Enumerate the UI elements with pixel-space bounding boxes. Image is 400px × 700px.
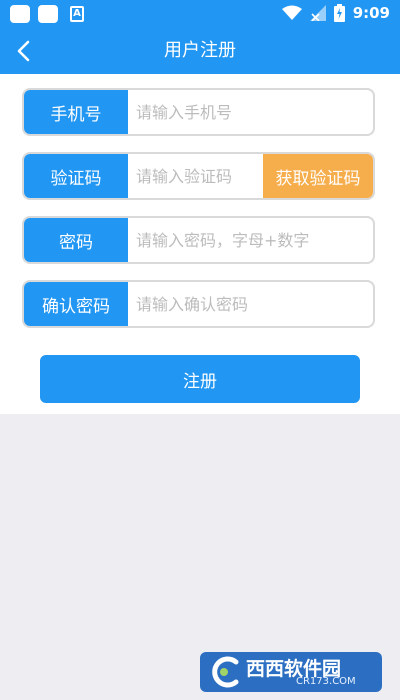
- back-chevron-icon[interactable]: [12, 38, 38, 64]
- confirm-password-label: 确认密码: [24, 282, 128, 326]
- code-label: 验证码: [24, 154, 128, 198]
- system-icons: 9:09: [281, 4, 390, 22]
- phone-label: 手机号: [24, 90, 128, 134]
- site-watermark: 西西软件园 CR173.COM: [200, 652, 382, 692]
- phone-row: 手机号: [22, 88, 375, 136]
- confirm-password-row: 确认密码: [22, 280, 375, 328]
- app-notification-icon: [10, 5, 30, 23]
- get-code-button[interactable]: 获取验证码: [263, 154, 373, 198]
- password-row: 密码: [22, 216, 375, 264]
- clock: 9:09: [352, 4, 390, 22]
- confirm-password-input[interactable]: [128, 282, 373, 326]
- phone-input[interactable]: [128, 90, 373, 134]
- site-logo-icon: [212, 656, 239, 688]
- register-button[interactable]: 注册: [40, 355, 360, 403]
- notification-icons: A: [10, 5, 84, 23]
- status-bar: A 9:09: [0, 0, 400, 28]
- battery-icon: [333, 4, 345, 22]
- app-notification-icon: [38, 5, 58, 23]
- page-title: 用户注册: [164, 40, 236, 61]
- app-bar: 用户注册: [0, 28, 400, 74]
- password-label: 密码: [24, 218, 128, 262]
- code-row: 验证码 获取验证码: [22, 152, 375, 200]
- wifi-icon: [281, 5, 302, 20]
- signal-icon: [309, 5, 326, 21]
- password-input[interactable]: [128, 218, 373, 262]
- watermark-domain: CR173.COM: [296, 676, 356, 687]
- code-input[interactable]: [128, 154, 263, 198]
- a-notification-icon: A: [70, 6, 84, 22]
